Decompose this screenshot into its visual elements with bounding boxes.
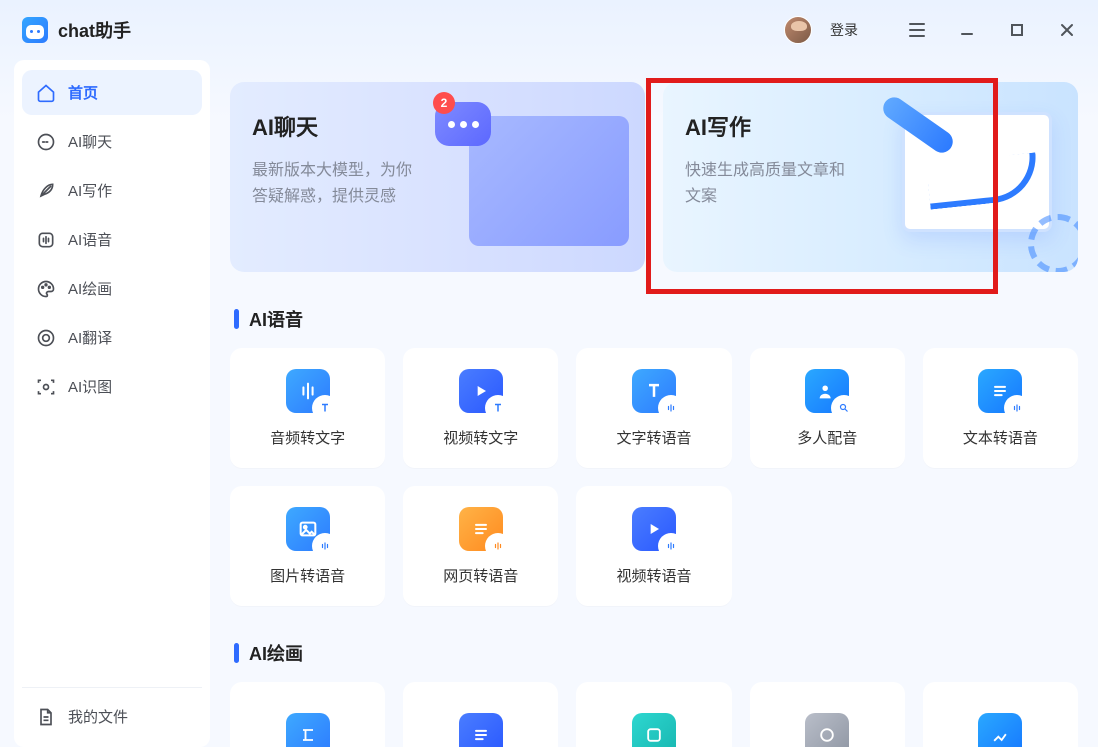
- sidebar-item-write[interactable]: AI写作: [22, 168, 202, 213]
- avatar[interactable]: [784, 16, 812, 44]
- card-draw-item[interactable]: [230, 682, 385, 747]
- card-draw-item[interactable]: [750, 682, 905, 747]
- app-logo-icon: [22, 17, 48, 43]
- card-draw-item[interactable]: [403, 682, 558, 747]
- hero-card-chat[interactable]: AI聊天 最新版本大模型，为你答疑解惑，提供灵感 2: [230, 82, 645, 272]
- voice-icon: [36, 230, 56, 250]
- card-text-to-speech[interactable]: 文字转语音: [576, 348, 731, 468]
- card-label: 图片转语音: [270, 565, 345, 586]
- text-to-speech-icon: [632, 369, 676, 413]
- card-image-to-speech[interactable]: 图片转语音: [230, 486, 385, 606]
- voice-card-grid: 音频转文字 视频转文字 文字转语音: [230, 348, 1078, 606]
- draw-item-icon: [805, 713, 849, 747]
- card-label: 网页转语音: [443, 565, 518, 586]
- sidebar-item-label: 首页: [68, 82, 98, 103]
- sidebar-item-label: AI识图: [68, 376, 112, 397]
- card-doc-to-speech[interactable]: 文本转语音: [923, 348, 1078, 468]
- card-label: 文字转语音: [616, 427, 691, 448]
- image-to-speech-icon: [286, 507, 330, 551]
- feather-icon: [36, 181, 56, 201]
- hero-title: AI聊天: [252, 110, 623, 142]
- home-icon: [36, 83, 56, 103]
- card-draw-item[interactable]: [923, 682, 1078, 747]
- hero-card-write[interactable]: AI写作 快速生成高质量文章和文案: [663, 82, 1078, 272]
- web-to-speech-icon: [459, 507, 503, 551]
- file-icon: [36, 707, 56, 727]
- section-bar-icon: [234, 643, 239, 663]
- hero-row: AI聊天 最新版本大模型，为你答疑解惑，提供灵感 2 AI写作 快速生成高质量文…: [230, 82, 1078, 272]
- minimize-icon[interactable]: [950, 15, 984, 45]
- sidebar-item-label: 我的文件: [68, 706, 128, 727]
- wave-badge-icon: [314, 535, 336, 557]
- wave-badge-icon: [487, 535, 509, 557]
- search-badge-icon: [833, 397, 855, 419]
- palette-icon: [36, 279, 56, 299]
- wave-badge-icon: [660, 535, 682, 557]
- main: AI聊天 最新版本大模型，为你答疑解惑，提供灵感 2 AI写作 快速生成高质量文…: [224, 60, 1098, 747]
- sidebar-item-label: AI绘画: [68, 278, 112, 299]
- sidebar-item-draw[interactable]: AI绘画: [22, 266, 202, 311]
- section-head-voice: AI语音: [234, 306, 1078, 332]
- hamburger-menu-icon[interactable]: [900, 15, 934, 45]
- draw-item-icon: [459, 713, 503, 747]
- section-bar-icon: [234, 309, 239, 329]
- login-button[interactable]: 登录: [830, 20, 858, 40]
- card-video-to-text[interactable]: 视频转文字: [403, 348, 558, 468]
- section-title: AI语音: [249, 306, 303, 332]
- card-label: 视频转语音: [616, 565, 691, 586]
- sidebar-item-label: AI翻译: [68, 327, 112, 348]
- sidebar-item-chat[interactable]: AI聊天: [22, 119, 202, 164]
- sidebar-item-label: AI语音: [68, 229, 112, 250]
- card-multi-voiceover[interactable]: 多人配音: [750, 348, 905, 468]
- hero-title: AI写作: [685, 110, 1056, 142]
- draw-item-icon: [286, 713, 330, 747]
- wave-badge-icon: [660, 397, 682, 419]
- hero-desc: 快速生成高质量文章和文案: [685, 158, 860, 211]
- draw-item-icon: [632, 713, 676, 747]
- sidebar-item-label: AI聊天: [68, 131, 112, 152]
- body: 首页 AI聊天 AI写作: [0, 60, 1098, 747]
- video-to-speech-icon: [632, 507, 676, 551]
- sidebar-item-vision[interactable]: AI识图: [22, 364, 202, 409]
- vision-icon: [36, 377, 56, 397]
- sidebar-item-files[interactable]: 我的文件: [22, 687, 202, 739]
- card-video-to-speech[interactable]: 视频转语音: [576, 486, 731, 606]
- video-to-text-icon: [459, 369, 503, 413]
- text-badge-icon: [487, 397, 509, 419]
- card-draw-item[interactable]: [576, 682, 731, 747]
- card-label: 文本转语音: [963, 427, 1038, 448]
- window: chat助手 登录 首页: [0, 0, 1098, 747]
- sidebar-item-label: AI写作: [68, 180, 112, 201]
- doc-to-speech-icon: [978, 369, 1022, 413]
- text-badge-icon: [314, 397, 336, 419]
- section-title: AI绘画: [249, 640, 303, 666]
- sidebar-item-translate[interactable]: AI翻译: [22, 315, 202, 360]
- translate-icon: [36, 328, 56, 348]
- section-head-draw: AI绘画: [234, 640, 1078, 666]
- card-label: 音频转文字: [270, 427, 345, 448]
- sidebar-item-voice[interactable]: AI语音: [22, 217, 202, 262]
- chat-icon: [36, 132, 56, 152]
- card-web-to-speech[interactable]: 网页转语音: [403, 486, 558, 606]
- hero-desc: 最新版本大模型，为你答疑解惑，提供灵感: [252, 158, 427, 211]
- card-audio-to-text[interactable]: 音频转文字: [230, 348, 385, 468]
- maximize-icon[interactable]: [1000, 15, 1034, 45]
- draw-item-icon: [978, 713, 1022, 747]
- draw-card-grid: [230, 682, 1078, 747]
- card-label: 视频转文字: [443, 427, 518, 448]
- app-title: chat助手: [58, 17, 131, 43]
- titlebar: chat助手 登录: [0, 0, 1098, 60]
- audio-to-text-icon: [286, 369, 330, 413]
- nav: 首页 AI聊天 AI写作: [22, 70, 202, 409]
- multi-voiceover-icon: [805, 369, 849, 413]
- wave-badge-icon: [1006, 397, 1028, 419]
- card-label: 多人配音: [797, 427, 857, 448]
- sidebar: 首页 AI聊天 AI写作: [14, 60, 210, 747]
- sidebar-item-home[interactable]: 首页: [22, 70, 202, 115]
- close-icon[interactable]: [1050, 15, 1084, 45]
